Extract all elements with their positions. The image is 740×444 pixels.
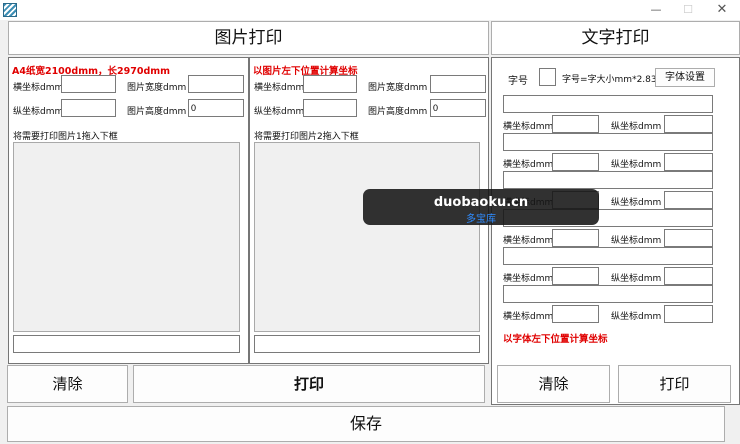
image-print-header: 图片打印 bbox=[8, 21, 489, 55]
font-size-formula: 字号=字大小mm*2.835 bbox=[562, 75, 663, 85]
image2-drop-area[interactable] bbox=[254, 142, 480, 332]
text-y-input[interactable] bbox=[664, 305, 713, 323]
text-y-label: 纵坐标dmm bbox=[611, 122, 662, 132]
watermark-name: 多宝库 bbox=[466, 214, 496, 225]
text-y-label: 纵坐标dmm bbox=[611, 274, 662, 284]
image1-width-input[interactable] bbox=[188, 75, 244, 93]
text-x-label: 横坐标dmm bbox=[503, 160, 554, 170]
text-print-button[interactable]: 打印 bbox=[618, 365, 731, 403]
image-print-button[interactable]: 打印 bbox=[133, 365, 485, 403]
image2-width-label: 图片宽度dmm bbox=[368, 83, 428, 93]
image2-drop-label: 将需要打印图片2拖入下框 bbox=[254, 132, 359, 142]
font-settings-button[interactable]: 字体设置 bbox=[655, 68, 715, 87]
image2-height-label: 图片高度dmm bbox=[368, 107, 428, 117]
font-size-label: 字号 bbox=[508, 76, 528, 87]
image1-drop-area[interactable] bbox=[13, 142, 240, 332]
text-y-input[interactable] bbox=[664, 267, 713, 285]
title-bar: — ☐ ✕ bbox=[0, 0, 740, 20]
text-y-label: 纵坐标dmm bbox=[611, 236, 662, 246]
watermark-domain: duobaoku.cn bbox=[433, 195, 529, 210]
image1-x-input[interactable] bbox=[61, 75, 116, 93]
text-x-input[interactable] bbox=[552, 153, 599, 171]
text-x-input[interactable] bbox=[552, 267, 599, 285]
watermark-overlay: duobaoku.cn 多宝库 bbox=[363, 189, 599, 225]
image1-drop-label: 将需要打印图片1拖入下框 bbox=[13, 132, 118, 142]
text-y-input[interactable] bbox=[664, 229, 713, 247]
text-content-input[interactable] bbox=[503, 285, 713, 303]
image2-height-input[interactable] bbox=[430, 99, 486, 117]
image-clear-button[interactable]: 清除 bbox=[7, 365, 128, 403]
text-y-label: 纵坐标dmm bbox=[611, 312, 662, 322]
text-coord-note: 以字体左下位置计算坐标 bbox=[503, 334, 608, 345]
image2-path-field[interactable] bbox=[254, 335, 480, 353]
save-button[interactable]: 保存 bbox=[7, 406, 725, 442]
app-icon bbox=[3, 3, 17, 17]
close-icon[interactable]: ✕ bbox=[708, 0, 736, 20]
image1-height-input[interactable] bbox=[188, 99, 244, 117]
text-content-input[interactable] bbox=[503, 95, 713, 113]
image1-x-label: 横坐标dmm bbox=[13, 83, 64, 93]
text-y-label: 纵坐标dmm bbox=[611, 160, 662, 170]
text-x-label: 横坐标dmm bbox=[503, 236, 554, 246]
text-x-input[interactable] bbox=[552, 115, 599, 133]
image1-panel: A4纸宽2100dmm，长2970dmm 横坐标dmm 图片宽度dmm 纵坐标d… bbox=[8, 57, 249, 364]
text-content-input[interactable] bbox=[503, 133, 713, 151]
image1-width-label: 图片宽度dmm bbox=[127, 83, 187, 93]
image1-height-label: 图片高度dmm bbox=[127, 107, 187, 117]
image2-y-input[interactable] bbox=[303, 99, 357, 117]
image1-path-field[interactable] bbox=[13, 335, 240, 353]
text-x-label: 横坐标dmm bbox=[503, 274, 554, 284]
text-print-header: 文字打印 bbox=[491, 21, 740, 55]
text-y-input[interactable] bbox=[664, 115, 713, 133]
image2-y-label: 纵坐标dmm bbox=[254, 107, 305, 117]
image2-x-input[interactable] bbox=[303, 75, 357, 93]
text-y-input[interactable] bbox=[664, 153, 713, 171]
font-size-input[interactable] bbox=[539, 68, 556, 86]
text-x-label: 横坐标dmm bbox=[503, 312, 554, 322]
text-x-input[interactable] bbox=[552, 305, 599, 323]
image1-y-input[interactable] bbox=[61, 99, 116, 117]
text-x-label: 横坐标dmm bbox=[503, 122, 554, 132]
text-content-input[interactable] bbox=[503, 247, 713, 265]
text-print-panel: 字号 字号=字大小mm*2.835 字体设置 横坐标dmm 纵坐标dmm 横坐标dm… bbox=[491, 57, 740, 405]
text-x-input[interactable] bbox=[552, 229, 599, 247]
image2-x-label: 横坐标dmm bbox=[254, 83, 305, 93]
maximize-icon[interactable]: ☐ bbox=[674, 0, 702, 20]
text-content-input[interactable] bbox=[503, 171, 713, 189]
text-clear-button[interactable]: 清除 bbox=[497, 365, 610, 403]
image2-width-input[interactable] bbox=[430, 75, 486, 93]
text-y-input[interactable] bbox=[664, 191, 713, 209]
image1-y-label: 纵坐标dmm bbox=[13, 107, 64, 117]
minimize-icon[interactable]: — bbox=[642, 0, 670, 20]
text-y-label: 纵坐标dmm bbox=[611, 198, 662, 208]
